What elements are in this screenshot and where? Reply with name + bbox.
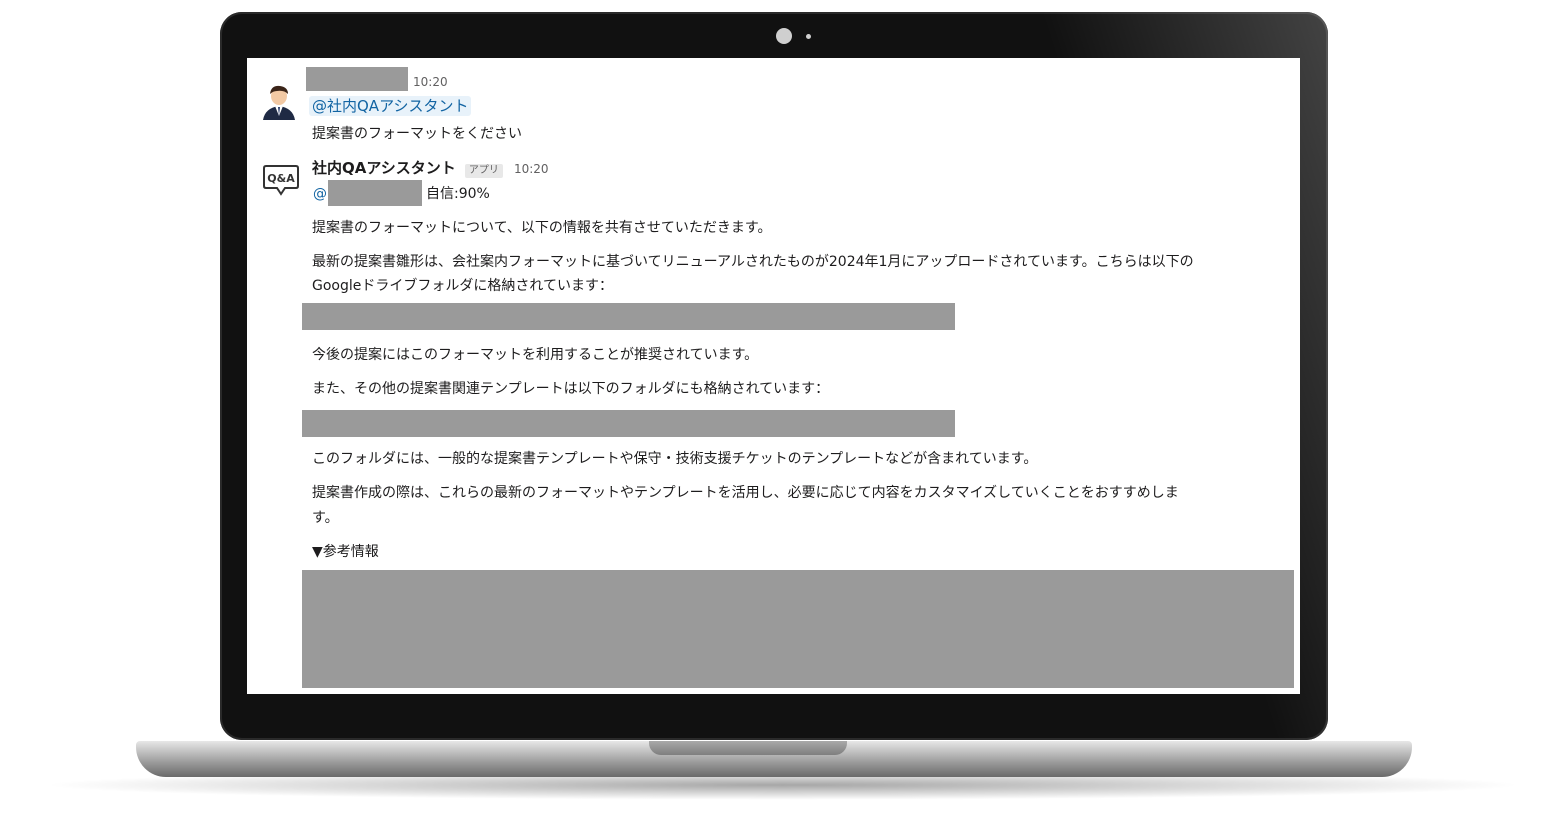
mention-at-symbol[interactable]: @ bbox=[313, 184, 327, 204]
mention-text[interactable]: @社内QAアシスタント bbox=[309, 96, 472, 116]
paragraph-3: 今後の提案にはこのフォーマットを利用することが推奨されています。 bbox=[312, 347, 759, 363]
paragraph-2-line-1: 最新の提案書雛形は、会社案内フォーマットに基づいてリニューアルされたものが202… bbox=[312, 254, 1194, 270]
message-timestamp: 10:20 bbox=[513, 162, 549, 176]
paragraph-6-line-1: 提案書作成の際は、これらの最新のフォーマットやテンプレートを活用し、必要に応じて… bbox=[312, 485, 1179, 501]
paragraph-6-line-2: す。 bbox=[312, 510, 339, 526]
qa-avatar-label: Q&A bbox=[267, 172, 295, 185]
webcam-light-icon bbox=[806, 34, 811, 39]
confidence-label: 自信:90% bbox=[426, 186, 490, 202]
chat-screen: 10:20 @社内QAアシスタント 提案書のフォーマットをください Q&A 社内… bbox=[247, 58, 1300, 694]
paragraph-1: 提案書のフォーマットについて、以下の情報を共有させていただきます。 bbox=[312, 220, 772, 236]
reference-heading[interactable]: ▼参考情報 bbox=[312, 542, 379, 562]
app-badge: アプリ bbox=[464, 164, 503, 178]
message-text: 提案書のフォーマットをください bbox=[312, 126, 522, 142]
user-avatar-icon[interactable] bbox=[261, 82, 297, 120]
paragraph-4: また、その他の提案書関連テンプレートは以下のフォルダにも格納されています： bbox=[312, 381, 830, 397]
laptop-base-notch bbox=[649, 741, 847, 755]
paragraph-5: このフォルダには、一般的な提案書テンプレートや保守・技術支援チケットのテンプレー… bbox=[312, 451, 1038, 467]
message-timestamp: 10:20 bbox=[413, 75, 448, 89]
sender-name[interactable]: 社内QAアシスタント bbox=[312, 159, 456, 177]
redacted-mention-user bbox=[328, 180, 422, 206]
redacted-folder-link-1[interactable] bbox=[302, 303, 955, 330]
qa-bot-avatar-icon[interactable]: Q&A bbox=[263, 164, 299, 196]
redacted-username bbox=[306, 67, 408, 91]
message-header: 社内QAアシスタント アプリ 10:20 bbox=[312, 158, 549, 178]
mention-link[interactable]: @社内QAアシスタント bbox=[309, 96, 472, 116]
webcam-icon bbox=[776, 28, 792, 44]
redacted-folder-link-2[interactable] bbox=[302, 410, 955, 437]
paragraph-2-line-2: Googleドライブフォルダに格納されています： bbox=[312, 278, 613, 294]
redacted-reference-block bbox=[302, 570, 1294, 688]
